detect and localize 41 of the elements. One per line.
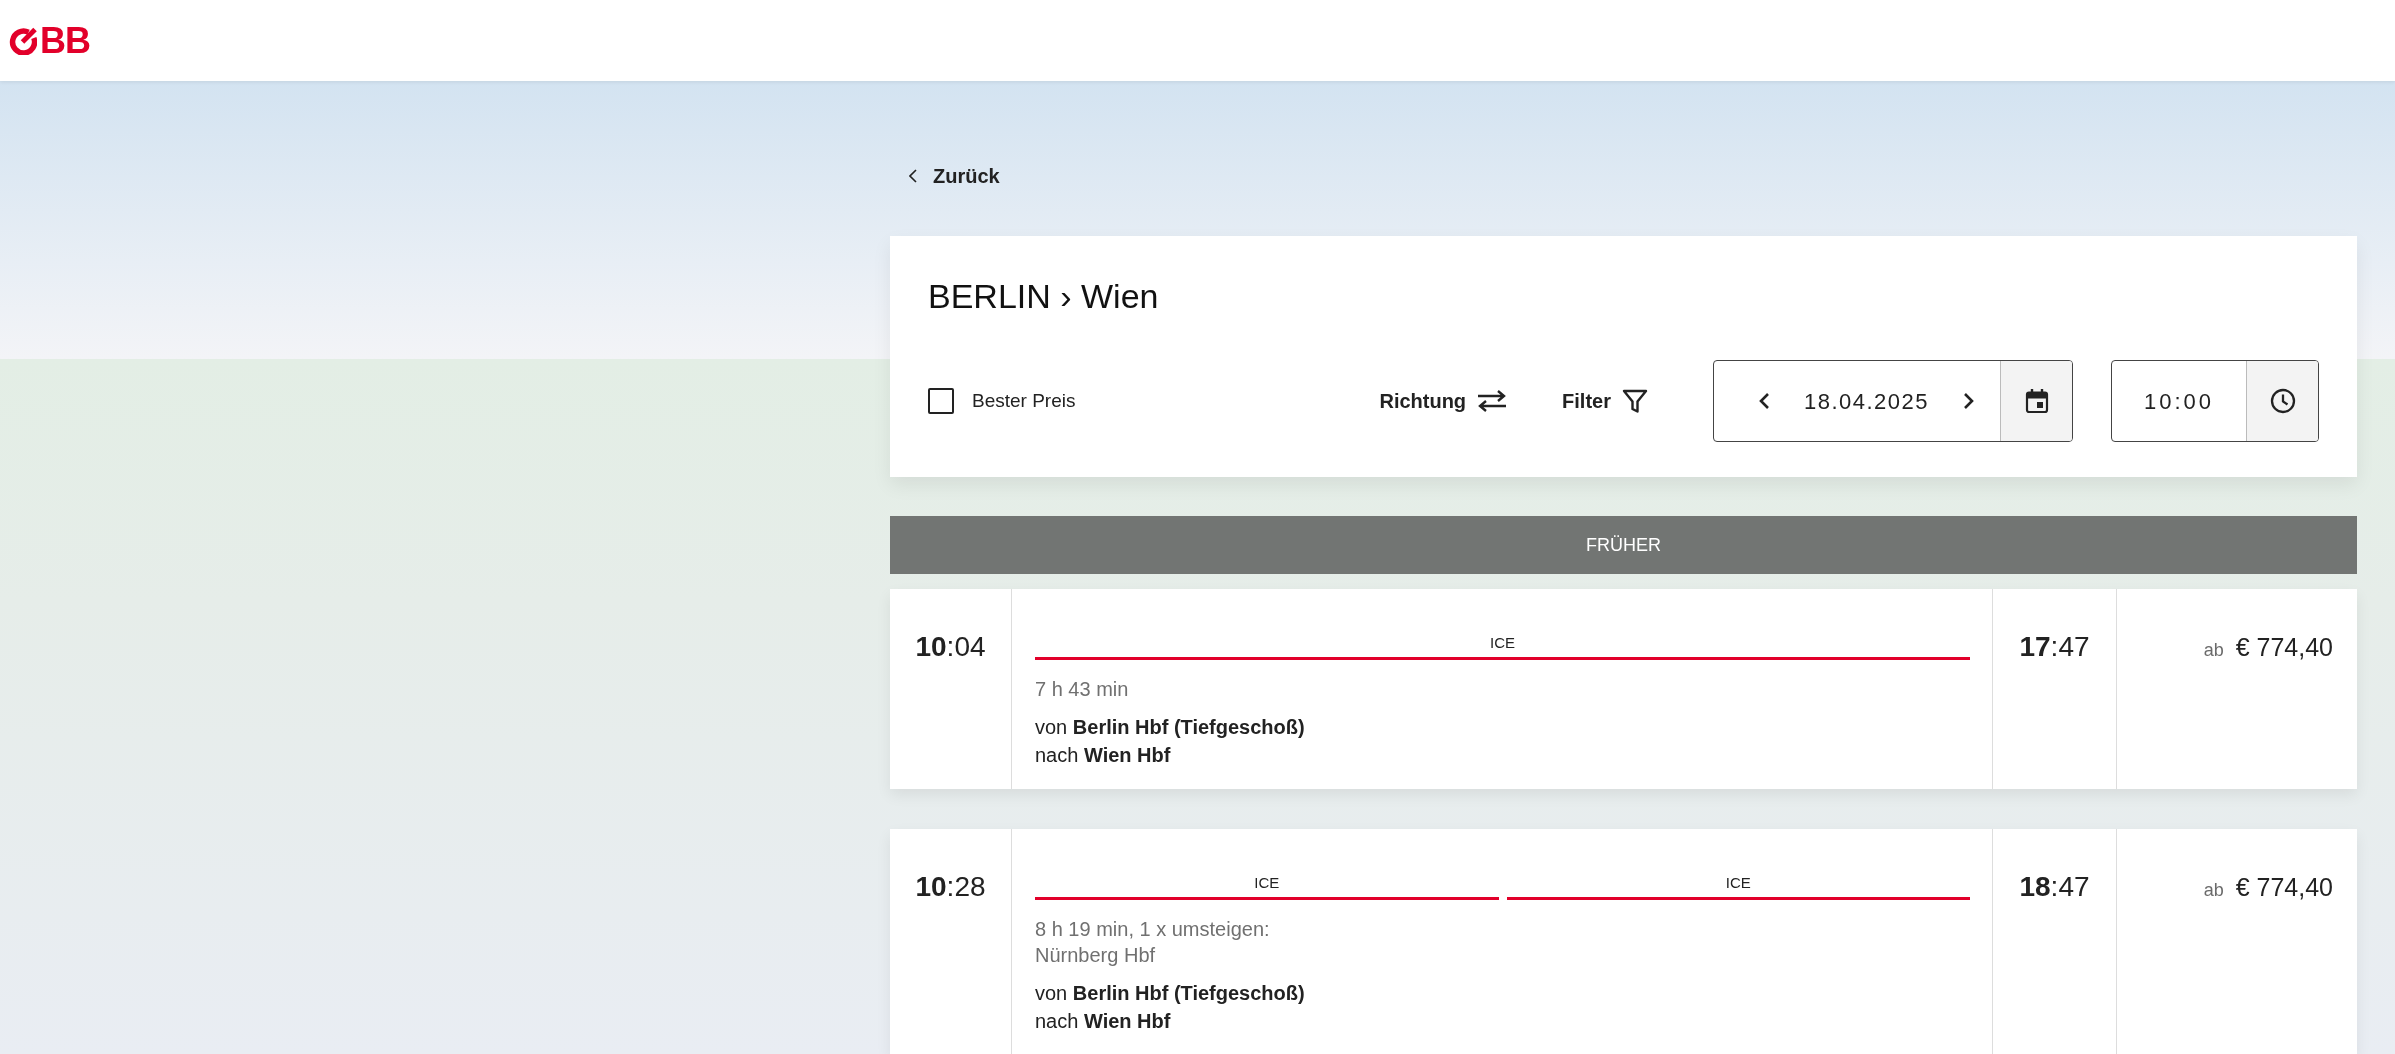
time-value[interactable]: 10:00: [2143, 384, 2215, 418]
back-link[interactable]: Zurück: [909, 161, 1000, 191]
departure-time: 10:28: [915, 871, 986, 902]
destination-station: nach Wien Hbf: [1035, 743, 1172, 768]
origin-station: von Berlin Hbf (Tiefgeschoß): [1035, 981, 1306, 1006]
chevron-left-icon: [909, 169, 917, 183]
arrival-time: 17:47: [2019, 631, 2090, 662]
filter-button[interactable]: Filter: [1562, 378, 1648, 424]
price: € 774,40: [2235, 873, 2333, 901]
clock-icon: [2269, 388, 2296, 414]
calendar-icon: [2024, 388, 2049, 414]
price: € 774,40: [2235, 633, 2333, 661]
price-prefix: ab: [2203, 640, 2224, 660]
chevron-left-icon[interactable]: [1758, 392, 1770, 410]
checkbox-label[interactable]: Bester Preis: [972, 386, 1076, 416]
arrival-time: 18:47: [2019, 871, 2090, 902]
departure-time: 10:04: [915, 631, 986, 662]
filter-icon: [1622, 388, 1648, 414]
travel-summary: 7 h 43 min: [1035, 677, 1130, 702]
date-field[interactable]: 18.04.2025: [1713, 360, 2073, 442]
time-field[interactable]: 10:00: [2111, 360, 2319, 442]
checkbox[interactable]: [928, 388, 954, 414]
price-prefix: ab: [2203, 880, 2224, 900]
connection-card[interactable]: 10:04 ICE 7 h 43 min von Berlin Hbf (Tiefgeschoß) nach Wien Hbf 17:47 ab € 774,40: [890, 589, 2357, 789]
travel-summary: 8 h 19 min, 1 x umsteigen: Nürnberg Hbf: [1035, 917, 1271, 968]
clock-button[interactable]: [2246, 361, 2318, 441]
direction-button[interactable]: Richtung: [1379, 378, 1508, 424]
logo-mark-icon[interactable]: [9, 26, 37, 55]
date-value[interactable]: 18.04.2025: [1803, 384, 1930, 418]
train-label: ICE: [1253, 873, 1281, 893]
origin-station: von Berlin Hbf (Tiefgeschoß): [1035, 715, 1306, 740]
chevron-right-icon[interactable]: [1963, 392, 1975, 410]
earlier-button[interactable]: FRÜHER: [890, 516, 2357, 574]
logo-text[interactable]: BB: [40, 22, 90, 59]
route-title: BERLIN › Wien: [928, 276, 1160, 316]
train-label: ICE: [1724, 873, 1752, 893]
train-label: ICE: [1489, 633, 1516, 653]
connection-card[interactable]: 10:28 ICE ICE 8 h 19 min, 1 x umsteigen: Nürnberg Hbf von Berlin Hbf (Tiefgeschoß) nach Wien Hbf 18:47 ab € 774,40: [890, 829, 2357, 1054]
calendar-button[interactable]: [2000, 361, 2072, 441]
swap-arrows-icon: [1477, 390, 1508, 412]
destination-station: nach Wien Hbf: [1035, 1009, 1172, 1034]
